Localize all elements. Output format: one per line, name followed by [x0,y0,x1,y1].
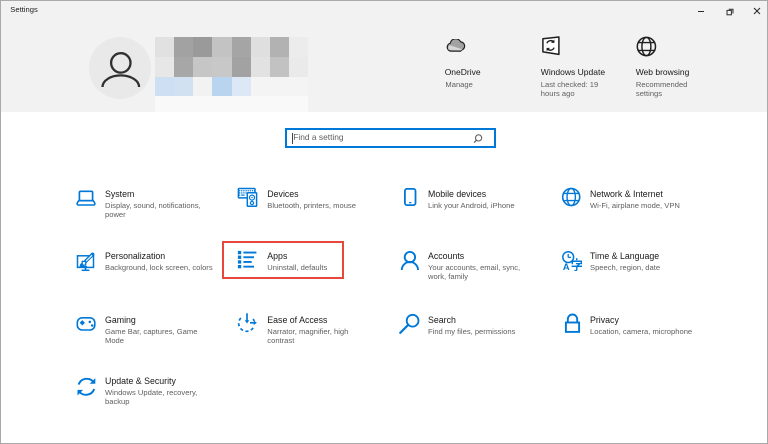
svg-text:A: A [563,262,570,271]
